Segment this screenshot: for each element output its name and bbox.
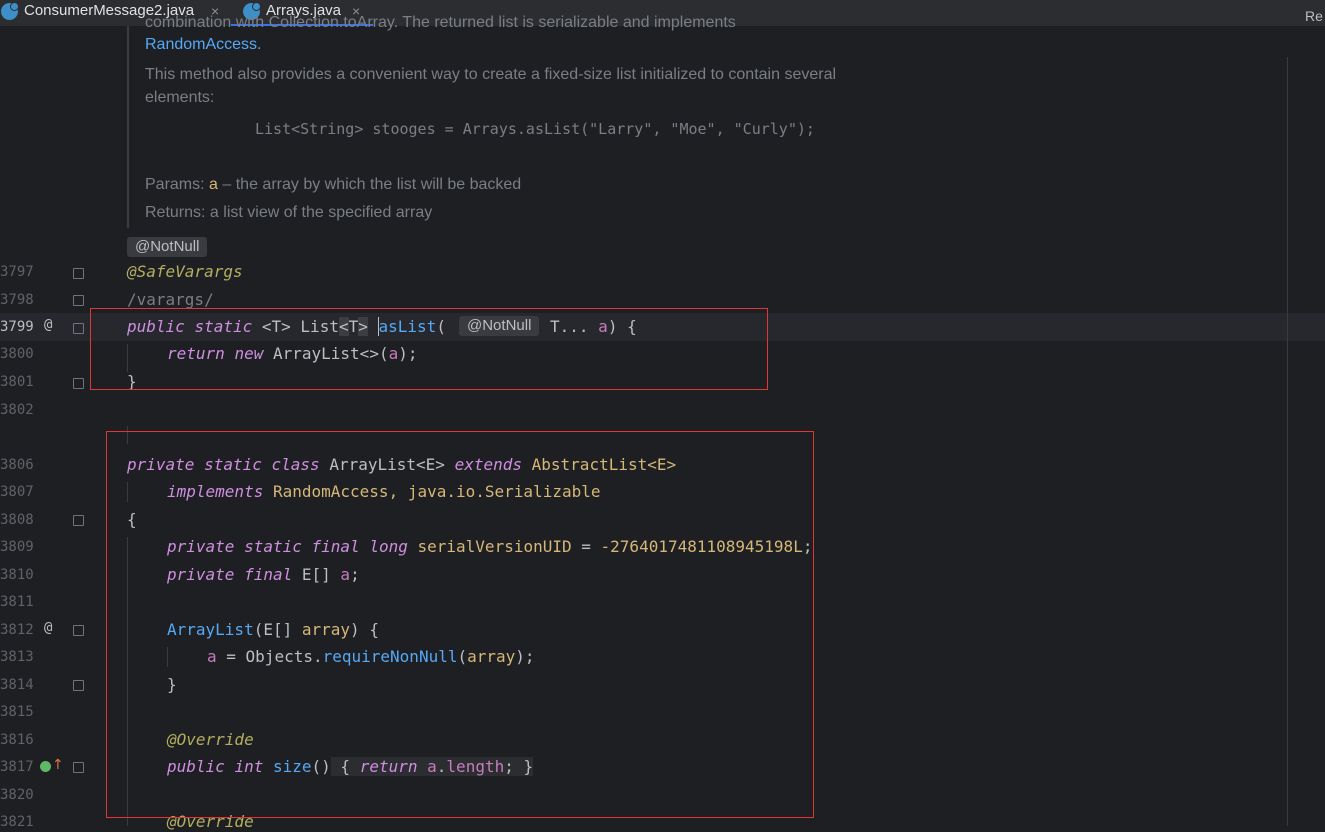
javadoc-link-randomaccess[interactable]: RandomAccess.	[145, 36, 262, 54]
line-number: 3806	[0, 457, 34, 473]
line-number: 3811	[0, 594, 34, 610]
line-number: 3802	[0, 402, 34, 418]
fold-icon[interactable]	[73, 680, 84, 691]
line-number: 3798	[0, 292, 34, 308]
params-name: a	[209, 176, 218, 193]
fold-icon[interactable]	[73, 295, 84, 306]
returns-label: Returns:	[145, 204, 206, 221]
override-marker-icon[interactable]	[40, 761, 51, 772]
line-number: 3820	[0, 787, 34, 803]
line-number: 3813	[0, 649, 34, 665]
line-number: 3797	[0, 264, 34, 280]
returns-desc: a list view of the specified array	[205, 204, 433, 221]
line-number: 3821	[0, 814, 34, 830]
line-number: 3810	[0, 567, 34, 583]
line-number: 3807	[0, 484, 34, 500]
fold-icon[interactable]	[73, 762, 84, 773]
line-number: 3814	[0, 677, 34, 693]
fold-icon[interactable]	[73, 378, 84, 389]
implements-marker-icon[interactable]: @	[44, 317, 52, 333]
line-number: 3800	[0, 346, 34, 362]
javadoc-returns: Returns: a list view of the specified ar…	[145, 204, 432, 222]
code-line[interactable]: /varargs/	[127, 290, 214, 310]
arrow-up-icon[interactable]: ↑	[52, 757, 64, 773]
line-number: 3801	[0, 374, 34, 390]
line-number: 3799	[0, 319, 34, 335]
notnull-annotation-hint[interactable]: @NotNull	[127, 237, 208, 257]
javadoc-paragraph: This method also provides a convenient w…	[145, 66, 837, 83]
highlight-box-aslist	[90, 308, 768, 390]
javadoc-params: Params: a – the array by which the list …	[145, 176, 521, 194]
right-panel-label[interactable]: Re	[1305, 8, 1323, 24]
line-number: 3809	[0, 539, 34, 555]
code-editor[interactable]: combination with Collection.toArray. The…	[0, 14, 1325, 831]
params-label: Params:	[145, 176, 205, 193]
javadoc-bar	[127, 26, 129, 228]
java-class-icon	[1, 2, 19, 20]
params-desc: – the array by which the list will be ba…	[217, 176, 522, 193]
line-number: 3808	[0, 512, 34, 528]
right-margin-guide	[1287, 57, 1288, 826]
fold-icon[interactable]	[73, 268, 84, 279]
fold-icon[interactable]	[73, 515, 84, 526]
fold-icon[interactable]	[73, 625, 84, 636]
line-number: 3817	[0, 759, 34, 775]
javadoc-example-code: List<String> stooges = Arrays.asList("La…	[255, 120, 815, 138]
line-number: 3816	[0, 732, 34, 748]
code-line[interactable]: @SafeVarargs	[127, 262, 243, 282]
implements-marker-icon[interactable]: @	[44, 620, 52, 636]
fold-icon[interactable]	[73, 323, 84, 334]
line-number: 3812	[0, 622, 34, 638]
highlight-box-arraylist	[106, 431, 814, 818]
javadoc-paragraph: elements:	[145, 89, 215, 106]
javadoc-line: combination with Collection.toArray. The…	[145, 14, 736, 31]
line-number: 3815	[0, 704, 34, 720]
